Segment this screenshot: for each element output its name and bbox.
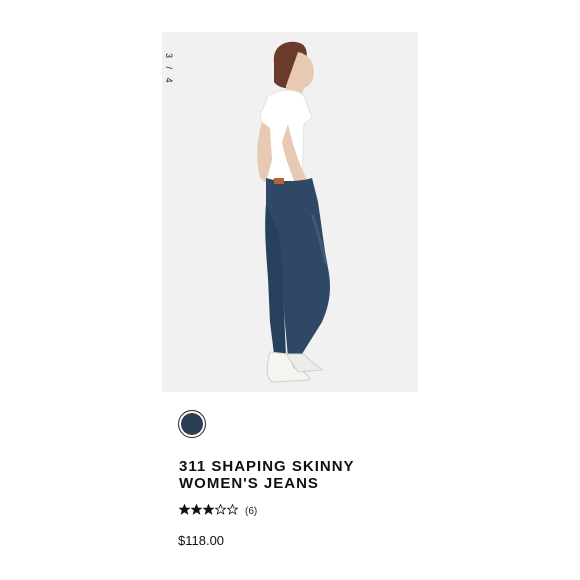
image-counter-total: 4: [164, 77, 174, 85]
product-price: $118.00: [178, 533, 225, 548]
star-empty-icon: [215, 504, 226, 515]
product-title: 311 SHAPING SKINNY WOMEN'S JEANS: [179, 458, 479, 492]
review-count[interactable]: (6): [245, 506, 257, 517]
color-swatch[interactable]: [178, 410, 206, 438]
product-image[interactable]: [162, 32, 418, 392]
image-counter-current: 3: [164, 53, 174, 61]
product-title-line1: 311 SHAPING SKINNY: [179, 458, 355, 475]
star-filled-icon: [203, 504, 214, 515]
color-swatch-fill: [181, 413, 203, 435]
product-rating[interactable]: (6): [179, 504, 257, 518]
image-counter-separator: /: [164, 66, 174, 72]
image-counter: 3 / 4: [164, 52, 174, 86]
star-filled-icon: [191, 504, 202, 515]
star-empty-icon: [227, 504, 238, 515]
product-title-line2: WOMEN'S JEANS: [179, 475, 319, 492]
rating-stars: [179, 504, 239, 518]
model-photo: [162, 32, 418, 392]
star-filled-icon: [179, 504, 190, 515]
